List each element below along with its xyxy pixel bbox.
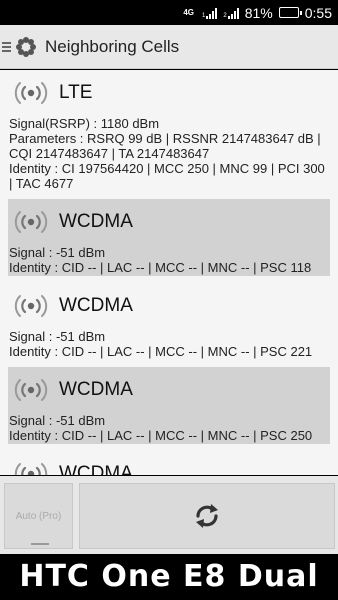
cell-detail-line: Parameters : RSRQ 99 dB | RSSNR 21474836… <box>9 131 321 161</box>
cell-list[interactable]: LTE Signal(RSRP) : 1180 dBm Parameters : R… <box>0 70 338 475</box>
cell-header: WCDMA <box>8 367 330 413</box>
battery-icon <box>278 7 302 18</box>
menu-icon[interactable] <box>2 41 11 52</box>
cell-details: Signal : -51 dBm Identity : CID -- | LAC … <box>8 245 330 275</box>
cell-type: WCDMA <box>59 379 133 400</box>
antenna-icon <box>14 82 48 104</box>
antenna-icon <box>14 211 48 233</box>
cell-detail-line: Signal(RSRP) : 1180 dBm <box>9 116 160 131</box>
cell-detail-line: Identity : CID -- | LAC -- | MCC -- | MN… <box>9 260 312 275</box>
cell-type: WCDMA <box>59 211 133 232</box>
network-type: 4G <box>183 7 195 17</box>
cell-entry: LTE Signal(RSRP) : 1180 dBm Parameters : R… <box>8 70 330 192</box>
bottom-bar: Auto (Pro) <box>0 476 338 554</box>
action-bar: Neighboring Cells <box>0 25 338 69</box>
cell-header: WCDMA <box>8 199 330 245</box>
battery-percent: 81% <box>244 4 273 21</box>
signal-bars-icon <box>227 7 239 19</box>
sim2-signal: 2 <box>223 7 239 19</box>
cell-details: Signal(RSRP) : 1180 dBm Parameters : RSRQ… <box>8 116 330 191</box>
cell-entry: WCDMA <box>8 451 330 475</box>
sim1-signal: 1 <box>202 7 218 19</box>
cell-entry: WCDMA Signal : -51 dBm Identity : CID -- |… <box>8 199 330 276</box>
clock: 0:55 <box>304 4 332 21</box>
refresh-icon <box>196 504 218 528</box>
cell-details: Signal : -51 dBm Identity : CID -- | LAC … <box>8 329 330 359</box>
cell-details: Signal : -51 dBm Identity : CID -- | LAC … <box>8 413 330 443</box>
antenna-icon <box>14 379 48 401</box>
cell-entry: WCDMA Signal : -51 dBm Identity : CID -- |… <box>8 367 330 444</box>
status-bar: 4G 1 2 81% 0:55 <box>0 0 338 25</box>
network-indicator: 4G <box>183 7 196 17</box>
cell-type: WCDMA <box>59 463 133 475</box>
auto-pro-label: Auto (Pro) <box>15 510 62 522</box>
auto-pro-button[interactable]: Auto (Pro) <box>4 483 73 549</box>
antenna-icon <box>14 295 48 317</box>
cell-detail-line: Identity : CI 197564420 | MCC 250 | MNC … <box>9 161 325 191</box>
toggle-indicator <box>31 543 49 545</box>
signal-bars-icon <box>206 7 218 19</box>
cell-header: WCDMA <box>8 283 330 329</box>
cell-detail-line: Identity : CID -- | LAC -- | MCC -- | MN… <box>9 428 313 443</box>
cell-type: WCDMA <box>59 295 133 316</box>
antenna-icon <box>14 463 48 475</box>
refresh-button[interactable] <box>79 483 335 549</box>
cell-detail-line: Identity : CID -- | LAC -- | MCC -- | MN… <box>9 344 313 359</box>
cell-entry: WCDMA Signal : -51 dBm Identity : CID -- |… <box>8 283 330 360</box>
cell-detail-line: Signal : -51 dBm <box>9 245 106 260</box>
app-icon[interactable] <box>15 36 37 58</box>
cell-type: LTE <box>59 82 93 103</box>
cell-header: LTE <box>8 70 330 116</box>
device-label: HTC One E8 Dual <box>0 554 338 600</box>
cell-detail-line: Signal : -51 dBm <box>9 329 106 344</box>
page-title: Neighboring Cells <box>45 36 180 56</box>
cell-detail-line: Signal : -51 dBm <box>9 413 106 428</box>
cell-header: WCDMA <box>8 451 330 475</box>
